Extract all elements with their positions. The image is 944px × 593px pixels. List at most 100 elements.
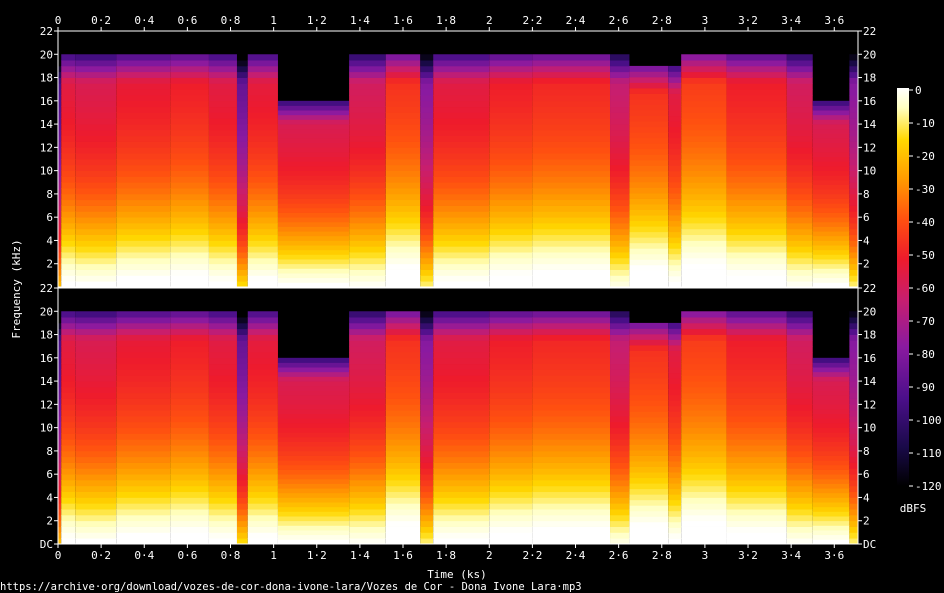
band <box>629 532 669 539</box>
band <box>236 538 248 545</box>
band <box>433 118 490 125</box>
band <box>116 141 171 148</box>
band <box>629 165 669 172</box>
band <box>61 503 76 510</box>
band <box>247 77 278 84</box>
band <box>786 246 813 253</box>
band <box>812 357 850 363</box>
band <box>681 275 727 282</box>
band <box>849 205 858 212</box>
band <box>170 462 209 469</box>
band <box>349 485 386 493</box>
band <box>812 235 850 241</box>
band <box>116 106 171 113</box>
band <box>681 129 727 137</box>
band <box>116 456 171 463</box>
band <box>629 472 669 479</box>
band <box>277 474 350 480</box>
band <box>849 170 858 177</box>
band <box>849 252 858 259</box>
band <box>812 110 850 116</box>
band <box>786 211 813 218</box>
band <box>420 509 434 516</box>
band <box>277 502 350 508</box>
band <box>349 514 386 522</box>
band <box>349 532 386 539</box>
band <box>668 389 682 396</box>
band <box>532 60 611 67</box>
band <box>433 520 490 527</box>
band <box>75 450 117 458</box>
band <box>786 199 813 206</box>
band <box>385 352 421 359</box>
band <box>247 474 278 481</box>
band <box>116 480 171 487</box>
band <box>433 346 490 353</box>
band <box>75 503 117 510</box>
band <box>610 439 630 446</box>
band <box>385 65 421 73</box>
band <box>247 257 278 265</box>
band <box>668 367 682 374</box>
y-tick-label-right: DC <box>863 538 876 551</box>
band <box>385 95 421 102</box>
band <box>489 164 533 172</box>
band <box>532 95 611 102</box>
band <box>532 112 611 119</box>
band <box>489 83 533 90</box>
band <box>433 317 490 324</box>
band <box>170 520 209 527</box>
band <box>726 60 787 67</box>
band <box>629 389 669 396</box>
band <box>433 281 490 288</box>
band <box>208 450 237 458</box>
segment-bottom-5 <box>208 311 237 545</box>
band <box>208 54 237 61</box>
band <box>786 503 813 510</box>
band <box>75 223 117 230</box>
y-tick-label-left: 16 <box>40 95 53 108</box>
band <box>61 95 76 102</box>
band <box>532 246 611 253</box>
band <box>236 159 248 166</box>
band <box>385 474 421 481</box>
band <box>726 538 787 545</box>
band <box>247 135 278 142</box>
band <box>610 526 630 533</box>
band <box>61 217 76 224</box>
band <box>668 400 682 407</box>
band <box>610 112 630 119</box>
band <box>812 221 850 227</box>
band <box>61 205 76 212</box>
band <box>170 100 209 108</box>
band <box>420 164 434 172</box>
band <box>489 211 533 218</box>
band <box>668 248 682 255</box>
band <box>116 352 171 359</box>
band <box>420 363 434 370</box>
band <box>726 188 787 195</box>
y-tick-label-left: 4 <box>46 492 53 505</box>
band <box>668 137 682 144</box>
band <box>786 352 813 359</box>
band <box>116 153 171 160</box>
band <box>610 176 630 183</box>
band <box>236 509 248 516</box>
band <box>349 112 386 119</box>
band <box>385 223 421 230</box>
band <box>812 497 850 503</box>
band <box>629 350 669 357</box>
band <box>236 223 248 230</box>
band <box>433 416 490 423</box>
segment-top-22 <box>849 54 858 288</box>
band <box>668 99 682 105</box>
band <box>812 422 850 429</box>
band <box>236 211 248 218</box>
band <box>75 193 117 201</box>
band <box>849 159 858 166</box>
band <box>668 405 682 412</box>
band <box>849 65 858 73</box>
band <box>681 398 727 405</box>
band <box>75 135 117 142</box>
band <box>812 427 850 433</box>
